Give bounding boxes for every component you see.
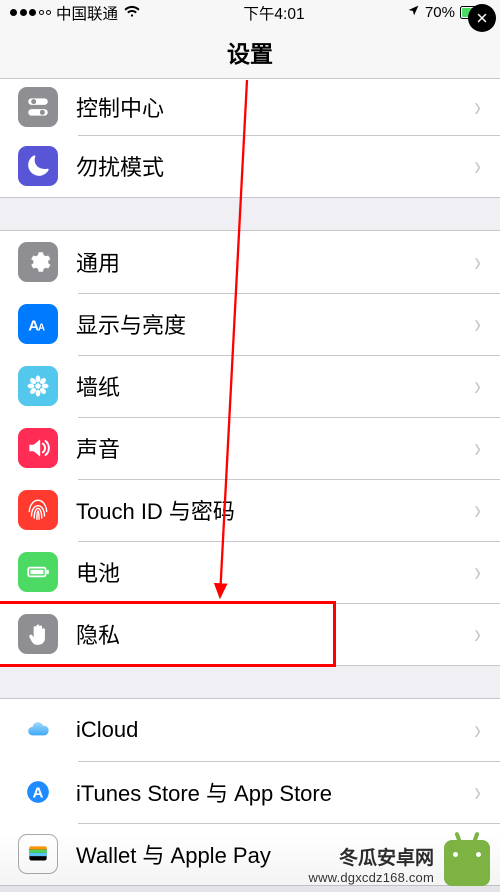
svg-text:A: A xyxy=(33,784,44,801)
chevron-right-icon: › xyxy=(474,152,481,180)
row-label: 电池 xyxy=(76,556,473,588)
nav-bar: 设置 xyxy=(0,25,500,79)
row-label: 隐私 xyxy=(76,618,473,650)
row-touchid[interactable]: Touch ID 与密码 › xyxy=(0,479,500,541)
row-controlcenter[interactable]: 控制中心 › xyxy=(0,79,500,135)
svg-text:A: A xyxy=(38,323,45,334)
row-privacy[interactable]: 隐私 › xyxy=(0,603,500,665)
chevron-right-icon: › xyxy=(474,93,481,121)
row-label: 墙纸 xyxy=(76,370,473,402)
row-label: 勿扰模式 xyxy=(76,150,473,182)
carrier-label: 中国联通 xyxy=(56,2,118,24)
row-icloud[interactable]: iCloud › xyxy=(0,699,500,761)
row-label: 声音 xyxy=(76,432,473,464)
row-label: iTunes Store 与 App Store xyxy=(76,776,473,808)
cloud-icon xyxy=(18,710,58,750)
flower-icon xyxy=(18,366,58,406)
chevron-right-icon: › xyxy=(474,434,481,462)
toggles-icon xyxy=(18,87,58,127)
row-label: 通用 xyxy=(76,246,473,278)
chevron-right-icon: › xyxy=(474,372,481,400)
row-label: iCloud xyxy=(76,717,473,743)
row-sound[interactable]: 声音 › xyxy=(0,417,500,479)
settings-group-1: 控制中心 › 勿扰模式 › xyxy=(0,79,500,198)
fingerprint-icon xyxy=(18,490,58,530)
row-wallpaper[interactable]: 墙纸 › xyxy=(0,355,500,417)
signal-icon xyxy=(10,9,51,16)
text-size-icon: AA xyxy=(18,304,58,344)
close-icon xyxy=(475,11,489,25)
speaker-icon xyxy=(18,428,58,468)
close-button[interactable] xyxy=(468,4,496,32)
appstore-icon: A xyxy=(18,772,58,812)
row-label: Touch ID 与密码 xyxy=(76,494,473,526)
chevron-right-icon: › xyxy=(474,620,481,648)
battery-icon xyxy=(18,552,58,592)
row-dnd[interactable]: 勿扰模式 › xyxy=(0,135,500,197)
moon-icon xyxy=(18,146,58,186)
row-itunes[interactable]: A iTunes Store 与 App Store › xyxy=(0,761,500,823)
row-label: Wallet 与 Apple Pay xyxy=(76,838,473,870)
row-general[interactable]: 通用 › xyxy=(0,231,500,293)
battery-percentage: 70% xyxy=(425,4,455,21)
chevron-right-icon: › xyxy=(474,840,481,868)
wallet-icon xyxy=(18,834,58,874)
chevron-right-icon: › xyxy=(474,496,481,524)
chevron-right-icon: › xyxy=(474,778,481,806)
row-display[interactable]: AA 显示与亮度 › xyxy=(0,293,500,355)
chevron-right-icon: › xyxy=(474,248,481,276)
settings-group-3: iCloud › A iTunes Store 与 App Store › Wa… xyxy=(0,698,500,886)
status-bar: 中国联通 下午4:01 70% xyxy=(0,0,500,25)
row-label: 控制中心 xyxy=(76,91,473,123)
clock: 下午4:01 xyxy=(243,2,304,24)
chevron-right-icon: › xyxy=(474,716,481,744)
row-label: 显示与亮度 xyxy=(76,308,473,340)
page-title: 设置 xyxy=(227,35,273,69)
location-icon xyxy=(407,4,420,22)
row-wallet[interactable]: Wallet 与 Apple Pay › xyxy=(0,823,500,885)
settings-group-2: 通用 › AA 显示与亮度 › 墙纸 › 声音 › xyxy=(0,230,500,666)
row-battery[interactable]: 电池 › xyxy=(0,541,500,603)
wifi-icon xyxy=(123,4,141,22)
chevron-right-icon: › xyxy=(474,558,481,586)
chevron-right-icon: › xyxy=(474,310,481,338)
screen: 中国联通 下午4:01 70% 设置 控制中心 › xyxy=(0,0,500,892)
hand-icon xyxy=(18,614,58,654)
gear-icon xyxy=(18,242,58,282)
